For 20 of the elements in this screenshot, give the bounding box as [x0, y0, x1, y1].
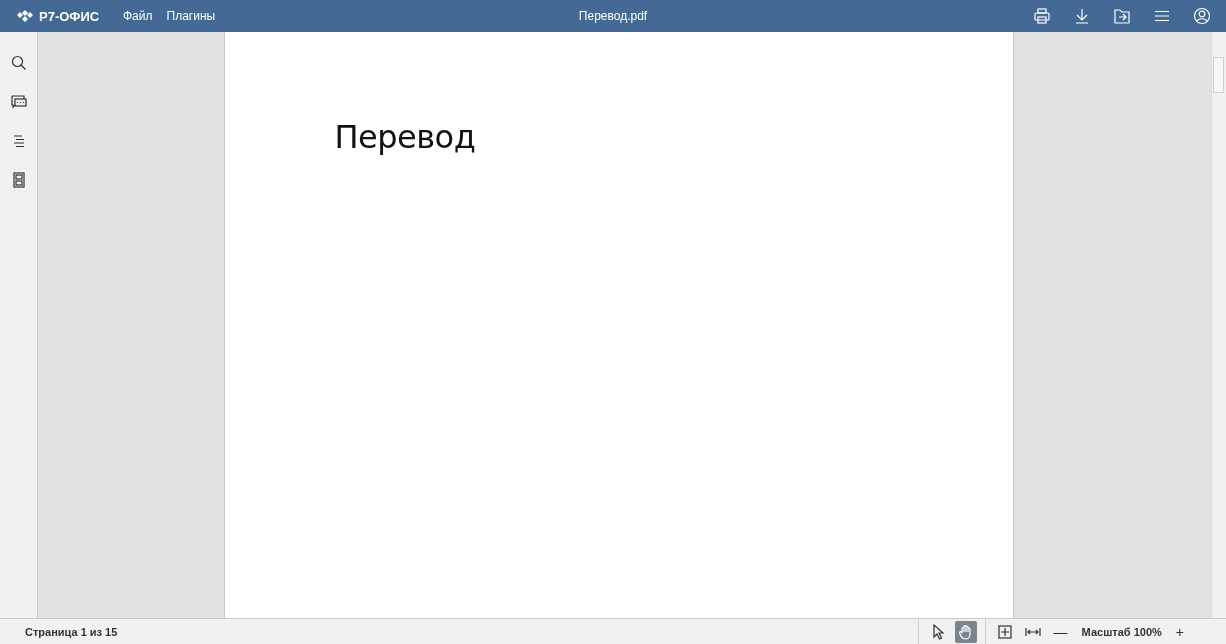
scrollbar-thumb[interactable] [1213, 57, 1224, 93]
fit-page-icon [995, 622, 1014, 641]
folder-icon [1113, 7, 1131, 25]
vertical-scrollbar[interactable] [1211, 32, 1226, 618]
zoom-out-button[interactable]: — [1049, 623, 1072, 640]
search-icon [9, 54, 28, 72]
comments-icon [9, 93, 28, 111]
page-info: Страница 1 из 15 [25, 625, 118, 638]
zoom-label: Масштаб 100% [1081, 625, 1162, 638]
zoom-in-button[interactable]: + [1171, 623, 1188, 640]
document-title: Перевод.pdf [578, 9, 648, 23]
printer-icon [1033, 7, 1051, 25]
hand-tool-button[interactable] [954, 620, 977, 643]
download-icon [1073, 7, 1091, 25]
logo-text: Р7-ОФИС [39, 8, 100, 24]
user-icon [1193, 7, 1211, 25]
menu-item[interactable]: Плагины [159, 9, 223, 23]
logo-icon [16, 9, 34, 23]
document-heading: Перевод [334, 118, 477, 156]
menu-item[interactable]: Файл [116, 9, 160, 23]
